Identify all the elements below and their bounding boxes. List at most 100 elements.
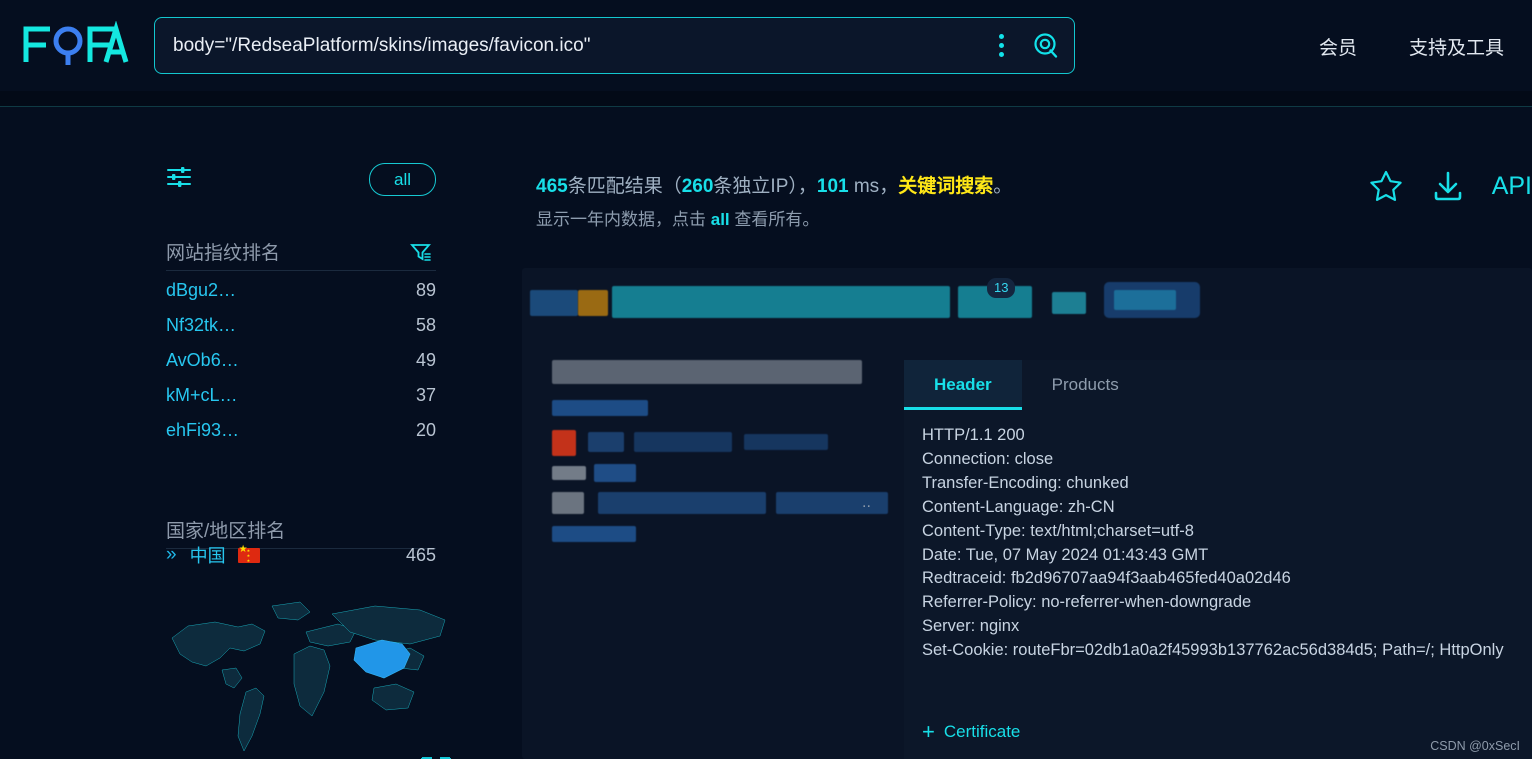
search-input[interactable]: [155, 18, 984, 73]
redacted-line: [552, 492, 584, 514]
download-icon[interactable]: [1430, 168, 1466, 204]
funnel-glyph: [410, 244, 431, 261]
fingerprint-row-1[interactable]: dBgu2… 89: [166, 273, 436, 308]
plus-icon: +: [922, 719, 935, 744]
redacted-line: [744, 434, 828, 450]
tab-header[interactable]: Header: [904, 360, 1022, 410]
query-time-unit: ms: [853, 176, 880, 197]
redacted-line: [598, 492, 766, 514]
sidebar-toolbar: all: [166, 162, 436, 196]
result-card: 13 .. 2024-05-07 N nginx: [522, 268, 1532, 759]
truncation-ellipsis: ..: [862, 494, 871, 511]
country-name[interactable]: 中国: [190, 542, 226, 568]
fingerprint-divider: [166, 270, 436, 271]
fingerprint-section-title: 网站指纹排名: [166, 243, 281, 264]
funnel-filter-icon[interactable]: [410, 242, 432, 267]
http-header-line: Connection: close: [922, 449, 1054, 468]
summary-line-1: 465条匹配结果（260条独立IP），101 ms，关键词搜索。: [536, 172, 1356, 201]
http-header-line: Content-Type: text/html;charset=utf-8: [922, 521, 1194, 540]
header-nav: 会员 支持及工具: [1319, 33, 1504, 60]
redacted-host-tabs: 13: [522, 268, 1532, 344]
redacted-line: [552, 400, 648, 416]
search-bar[interactable]: [154, 17, 1075, 74]
http-header-text: HTTP/1.1 200 Connection: close Transfer-…: [904, 410, 1532, 707]
redacted-line: [552, 526, 636, 542]
nav-item-membership[interactable]: 会员: [1319, 33, 1357, 60]
certificate-label: Certificate: [943, 722, 1021, 741]
redacted-line: [594, 464, 636, 482]
fofa-logo-icon: [23, 21, 129, 65]
search-circle-icon[interactable]: [1018, 18, 1074, 73]
nav-item-support-tools[interactable]: 支持及工具: [1409, 33, 1504, 60]
sidebar: all 网站指纹排名 dBgu2… 89 Nf32tk… 58 AvOb6… 4…: [0, 108, 510, 759]
country-count: 465: [405, 544, 436, 565]
summary-separator: ，: [879, 176, 899, 197]
http-header-line: Transfer-Encoding: chunked: [922, 473, 1129, 492]
redacted-title: [552, 360, 862, 384]
query-time: 101: [816, 176, 849, 197]
http-header-line: Content-Language: zh-CN: [922, 497, 1115, 516]
fofa-logo[interactable]: [20, 20, 135, 68]
period-note-prefix: 显示一年内数据，点击: [536, 210, 711, 230]
country-row-china[interactable]: » 中国 465: [166, 538, 436, 572]
result-detail-panel: Header Products HTTP/1.1 200 Connection:…: [904, 360, 1532, 759]
http-header-line: Redtraceid: fb2d96707aa94f3aab465fed40a0…: [922, 569, 1291, 588]
match-count: 465: [536, 176, 568, 197]
fingerprint-count: 20: [415, 420, 436, 440]
api-link[interactable]: API: [1492, 172, 1532, 201]
period-note-suffix: 查看所有。: [729, 210, 820, 230]
download-glyph: [1434, 171, 1462, 201]
http-header-line: HTTP/1.1 200: [922, 426, 1025, 444]
tab-products[interactable]: Products: [1022, 360, 1149, 410]
fofa-search-results-page: 会员 支持及工具 all 网站指纹排名: [0, 0, 1532, 759]
chevron-double-right-icon[interactable]: »: [166, 544, 176, 566]
fingerprint-name[interactable]: ehFi93…: [166, 420, 239, 441]
sliders-glyph: [167, 166, 191, 187]
search-type-label: 关键词搜索: [898, 176, 994, 197]
fingerprint-row-2[interactable]: Nf32tk… 58: [166, 308, 436, 343]
fingerprint-count: 37: [415, 385, 436, 405]
all-button[interactable]: all: [368, 162, 436, 196]
fingerprint-row-4[interactable]: kM+cL… 37: [166, 378, 436, 413]
fingerprint-count: 58: [415, 315, 436, 335]
match-count-suffix: 条匹配结果（: [567, 176, 682, 197]
tab-count-badge: 13: [987, 278, 1016, 299]
results-summary: 465条匹配结果（260条独立IP），101 ms，关键词搜索。 显示一年内数据…: [536, 172, 1356, 235]
all-link[interactable]: all: [711, 210, 730, 229]
world-map-svg: [160, 596, 460, 759]
certificate-toggle[interactable]: + Certificate: [922, 721, 1020, 743]
result-actions: API: [1368, 168, 1532, 204]
fingerprint-name[interactable]: dBgu2…: [166, 280, 236, 301]
vertical-dots-icon[interactable]: [984, 18, 1018, 73]
http-header-line: Referrer-Policy: no-referrer-when-downgr…: [922, 593, 1252, 612]
page-header: 会员 支持及工具: [0, 0, 1532, 91]
world-map[interactable]: [160, 596, 460, 759]
detail-tabs: Header Products: [904, 360, 1149, 410]
search-glyph: [1034, 32, 1058, 58]
cn-flag-icon: [237, 545, 260, 563]
sliders-filter-icon[interactable]: [166, 166, 192, 193]
star-glyph: [1370, 170, 1402, 201]
summary-period: 。: [993, 176, 1013, 197]
header-divider-band: [0, 91, 1532, 107]
fingerprint-count: 89: [415, 280, 436, 300]
http-header-line: Server: nginx: [922, 617, 1020, 636]
fingerprint-row-3[interactable]: AvOb6… 49: [166, 343, 436, 378]
unique-ip-suffix: 条独立IP），: [713, 176, 817, 197]
summary-line-2: 显示一年内数据，点击 all 查看所有。: [536, 206, 1356, 235]
unique-ip-count: 260: [681, 176, 714, 197]
redacted-line: [776, 492, 888, 514]
fingerprint-name[interactable]: AvOb6…: [166, 350, 239, 371]
http-header-line: Date: Tue, 07 May 2024 01:43:43 GMT: [922, 545, 1209, 564]
redacted-line: [634, 432, 732, 452]
watermark: CSDN @0xSecI: [1430, 739, 1520, 753]
redacted-line: [552, 466, 586, 480]
star-icon[interactable]: [1368, 168, 1404, 204]
redacted-badge: [552, 430, 576, 456]
fingerprint-name[interactable]: kM+cL…: [166, 385, 238, 406]
fingerprint-name[interactable]: Nf32tk…: [166, 315, 236, 336]
fingerprint-row-5[interactable]: ehFi93… 20: [166, 413, 436, 448]
http-header-line: Set-Cookie: routeFbr=02db1a0a2f45993b137…: [922, 641, 1504, 660]
redacted-line: [588, 432, 624, 452]
fingerprint-count: 49: [415, 350, 436, 370]
